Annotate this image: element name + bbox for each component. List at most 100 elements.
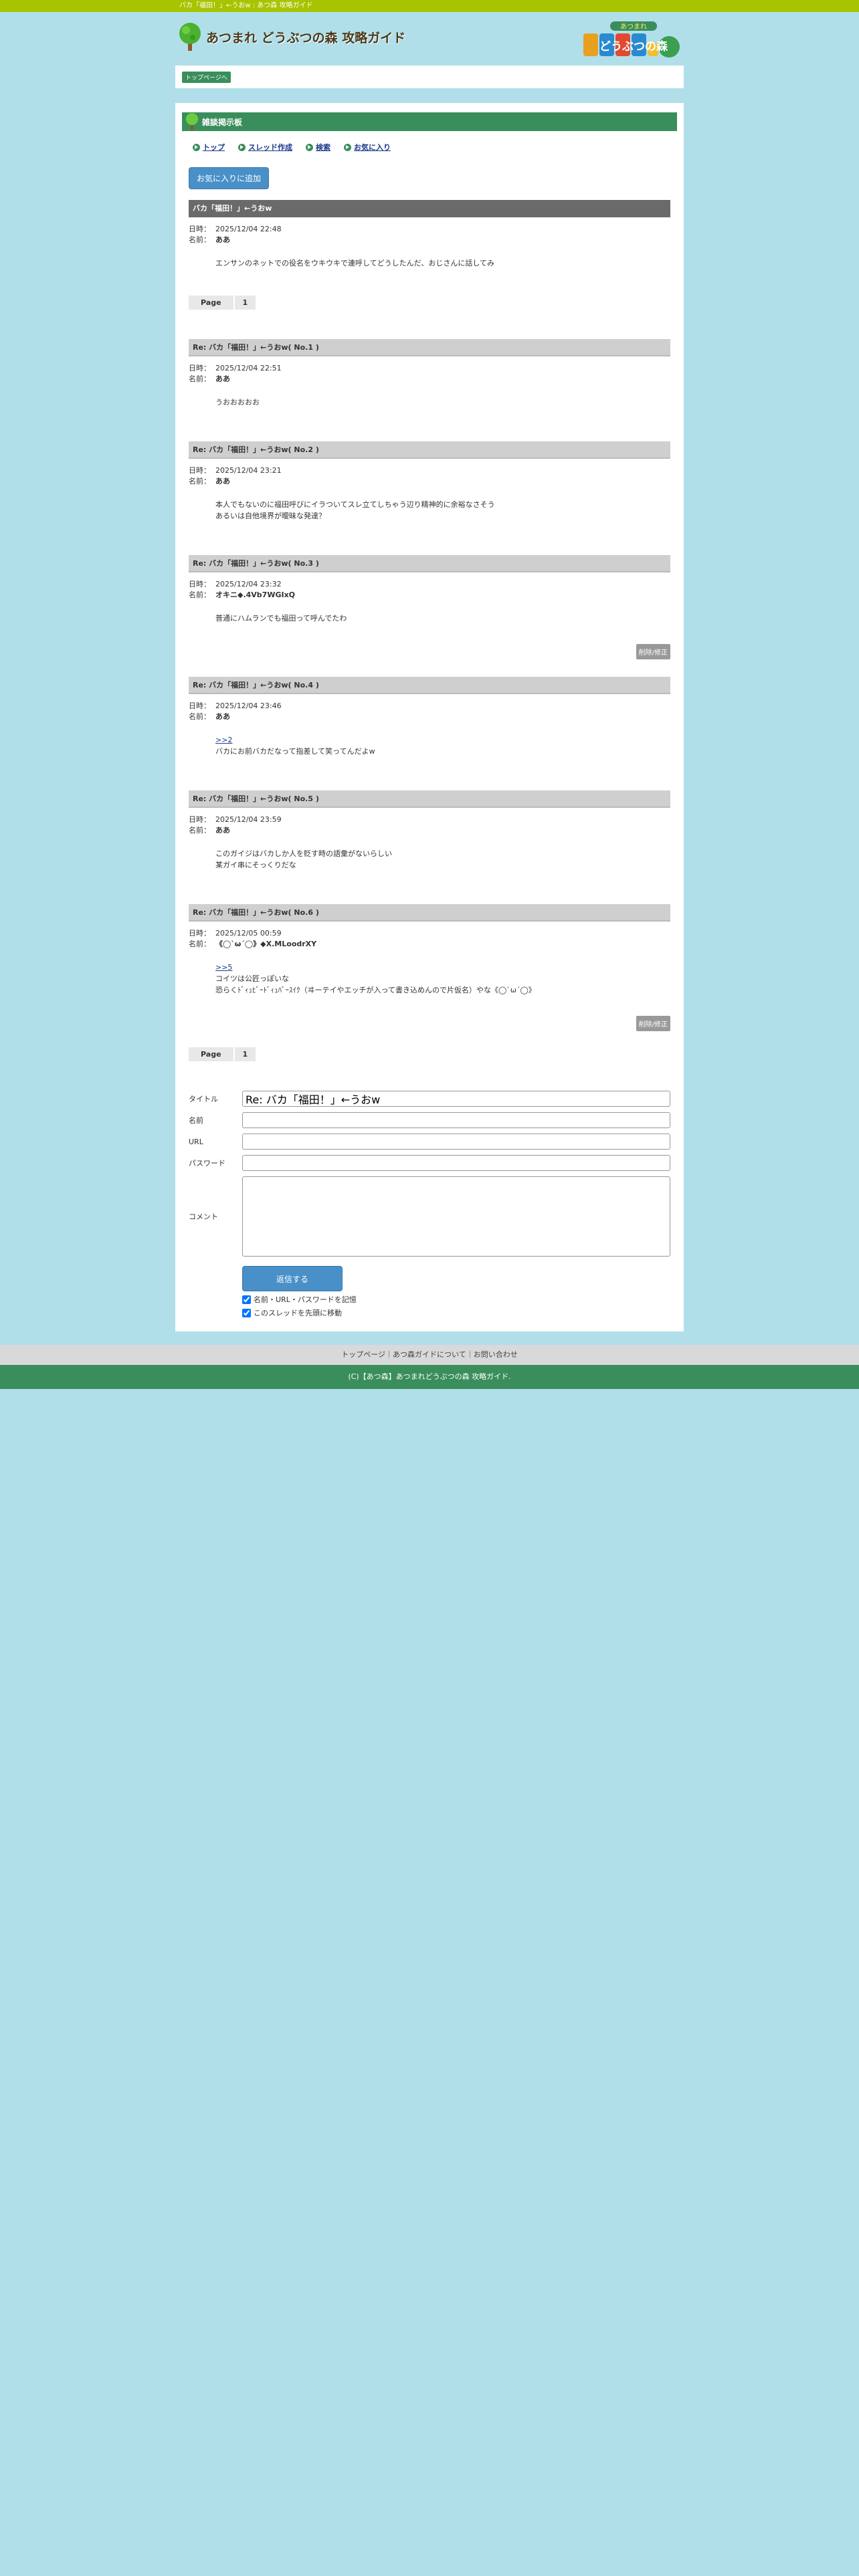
- post-body: エンサンのネットでの役名をウキウキで連呼してどうしたんだ、おじさんに話してみ: [215, 257, 670, 269]
- post-author: 《◯`ω´◯》◆X.MLoodrXY: [215, 940, 317, 948]
- post-line: 某ガイ串にそっくりだな: [215, 861, 296, 869]
- post-body: このガイジはバカしか人を貶す時の語彙がないらしい 某ガイ串にそっくりだな: [215, 848, 670, 871]
- title-label: タイトル: [189, 1095, 218, 1103]
- move-top-checkbox[interactable]: [242, 1308, 251, 1317]
- form-row-title: タイトル: [189, 1091, 670, 1107]
- name-label: 名前：: [189, 374, 211, 383]
- edit-delete-button[interactable]: 削除/修正: [636, 1016, 670, 1031]
- post-body: >>5 コイツは公匠っぽいな 恐らくﾄﾞｨｭﾋﾞｰﾄﾞｨｭﾊﾞｰｽｲｸ（ヰーテイ…: [215, 962, 670, 996]
- submit-reply-button[interactable]: 返信する: [242, 1266, 343, 1291]
- edit-row: 削除/修正: [189, 1016, 670, 1031]
- post-meta: 日時： 2025/12/04 22:48 名前： ああ: [189, 224, 670, 245]
- post-line: コイツは公匠っぽいな: [215, 974, 289, 983]
- footer-nav[interactable]: トップページ｜あつ森ガイドについて｜お問い合わせ: [0, 1345, 859, 1365]
- date-label: 日時：: [189, 580, 211, 588]
- post-meta: 日時： 2025/12/04 23:21 名前： ああ: [189, 465, 670, 487]
- post-title: バカ「福田！」←うおw: [189, 200, 670, 217]
- post-author: ああ: [215, 374, 230, 383]
- menu-top-link[interactable]: トップ: [193, 142, 225, 152]
- copyright: (C)【あつ森】あつまれどうぶつの森 攻略ガイド.: [0, 1365, 859, 1389]
- post-meta: 日時： 2025/12/04 22:51 名前： ああ: [189, 363, 670, 385]
- post-line: 本人でもないのに福田呼びにイラついてスレ立てしちゃう辺り精神的に余裕なさそう: [215, 500, 495, 509]
- edit-row: 削除/修正: [189, 644, 670, 659]
- pager-page-1[interactable]: 1: [234, 1047, 256, 1061]
- arrow-circle-icon: [306, 143, 313, 151]
- pager-bottom: Page 1: [189, 1047, 670, 1061]
- post-item: バカ「福田！」←うおw 日時： 2025/12/04 22:48 名前： ああ エン…: [189, 200, 670, 269]
- date-label: 日時：: [189, 466, 211, 475]
- pager-top: Page 1: [189, 296, 670, 310]
- remember-option[interactable]: 名前・URL・パスワードを記憶: [242, 1294, 670, 1305]
- name-input[interactable]: [242, 1112, 670, 1128]
- url-input[interactable]: [242, 1134, 670, 1150]
- game-logo: あつまれ どうぶつの森: [583, 20, 684, 60]
- game-logo-icon: あつまれ どうぶつの森: [583, 21, 680, 58]
- post-item: Re: バカ「福田！」←うおw( No.6 ) 日時： 2025/12/05 00…: [189, 904, 670, 1031]
- page-title-bar: バカ「福田！」←うおw : あつ森 攻略ガイド: [179, 2, 313, 9]
- menu-favorites-link[interactable]: お気に入り: [344, 142, 391, 152]
- add-favorite-button[interactable]: お気に入りに追加: [189, 167, 270, 189]
- tree-icon: [186, 113, 198, 130]
- name-label: 名前：: [189, 591, 211, 599]
- post-line: あるいは自他境界が曖昧な発達？: [215, 512, 326, 520]
- menu-create-thread-link[interactable]: スレッド作成: [238, 142, 292, 152]
- post-line: 恐らくﾄﾞｨｭﾋﾞｰﾄﾞｨｭﾊﾞｰｽｲｸ（ヰーテイやエッチが入って書き込めんので…: [215, 986, 536, 994]
- name-field-label: 名前: [189, 1116, 203, 1125]
- post-line: このガイジはバカしか人を貶す時の語彙がないらしい: [215, 849, 392, 858]
- menu-label: トップ: [203, 143, 225, 152]
- game-logo-main: どうぶつの森: [599, 39, 668, 53]
- reply-form: タイトル 名前 URL パスワード コメント: [189, 1091, 670, 1318]
- reply-anchor-link[interactable]: >>5: [215, 962, 670, 973]
- pager-page-1[interactable]: 1: [234, 296, 256, 310]
- edit-delete-button[interactable]: 削除/修正: [636, 644, 670, 659]
- game-logo-top: あつまれ: [620, 23, 647, 31]
- post-body: うおおおおお: [215, 397, 670, 408]
- post-line: うおおおおお: [215, 398, 260, 407]
- move-top-option[interactable]: このスレッドを先頭に移動: [242, 1307, 670, 1318]
- post-author: ああ: [215, 826, 230, 835]
- post-author: ああ: [215, 235, 230, 244]
- remember-label: 名前・URL・パスワードを記憶: [254, 1295, 357, 1304]
- post-title: Re: バカ「福田！」←うおw( No.4 ): [189, 677, 670, 694]
- post-author: ああ: [215, 477, 230, 486]
- menu-search-link[interactable]: 検索: [306, 142, 330, 152]
- reply-anchor-link[interactable]: >>2: [215, 734, 670, 746]
- form-row-password: パスワード: [189, 1155, 670, 1171]
- post-title: Re: バカ「福田！」←うおw( No.6 ): [189, 904, 670, 922]
- name-label: 名前：: [189, 235, 211, 244]
- remember-checkbox[interactable]: [242, 1295, 251, 1304]
- top-bar: バカ「福田！」←うおw : あつ森 攻略ガイド: [0, 0, 859, 12]
- move-top-label: このスレッドを先頭に移動: [254, 1309, 342, 1317]
- menu-label: 検索: [316, 143, 330, 152]
- post-title: Re: バカ「福田！」←うおw( No.2 ): [189, 441, 670, 459]
- post-item: Re: バカ「福田！」←うおw( No.2 ) 日時： 2025/12/04 23…: [189, 441, 670, 522]
- post-date: 2025/12/04 23:21: [215, 466, 282, 475]
- name-label: 名前：: [189, 826, 211, 835]
- pager-label: Page: [189, 296, 235, 310]
- breadcrumb: トップページへ: [175, 66, 684, 88]
- name-label: 名前：: [189, 477, 211, 486]
- post-title: Re: バカ「福田！」←うおw( No.3 ): [189, 555, 670, 572]
- comment-label: コメント: [189, 1212, 218, 1221]
- date-label: 日時：: [189, 364, 211, 372]
- site-logo-link[interactable]: あつまれ どうぶつの森 攻略ガイド: [178, 21, 405, 52]
- tree-icon: [179, 23, 201, 51]
- post-date: 2025/12/05 00:59: [215, 929, 282, 938]
- form-row-comment: コメント: [189, 1176, 670, 1257]
- post-author: ああ: [215, 712, 230, 721]
- post-item: Re: バカ「福田！」←うおw( No.4 ) 日時： 2025/12/04 23…: [189, 677, 670, 757]
- post-item: Re: バカ「福田！」←うおw( No.3 ) 日時： 2025/12/04 23…: [189, 555, 670, 659]
- post-meta: 日時： 2025/12/04 23:32 名前： オキニ◆.4Vb7WGIxQ: [189, 579, 670, 601]
- menu-label: お気に入り: [354, 143, 391, 152]
- title-input[interactable]: [242, 1091, 670, 1107]
- pager-label: Page: [189, 1047, 235, 1061]
- post-item: Re: バカ「福田！」←うおw( No.1 ) 日時： 2025/12/04 22…: [189, 339, 670, 408]
- post-body: 普通にハムランでも福田って呼んでたわ: [215, 613, 670, 624]
- comment-textarea[interactable]: [242, 1176, 670, 1257]
- post-date: 2025/12/04 22:48: [215, 225, 282, 233]
- password-input[interactable]: [242, 1155, 670, 1171]
- post-meta: 日時： 2025/12/05 00:59 名前： 《◯`ω´◯》◆X.MLoodrX…: [189, 928, 670, 950]
- site-title: あつまれ どうぶつの森 攻略ガイド: [206, 30, 406, 45]
- arrow-circle-icon: [344, 143, 351, 151]
- breadcrumb-top-link[interactable]: トップページへ: [182, 72, 231, 83]
